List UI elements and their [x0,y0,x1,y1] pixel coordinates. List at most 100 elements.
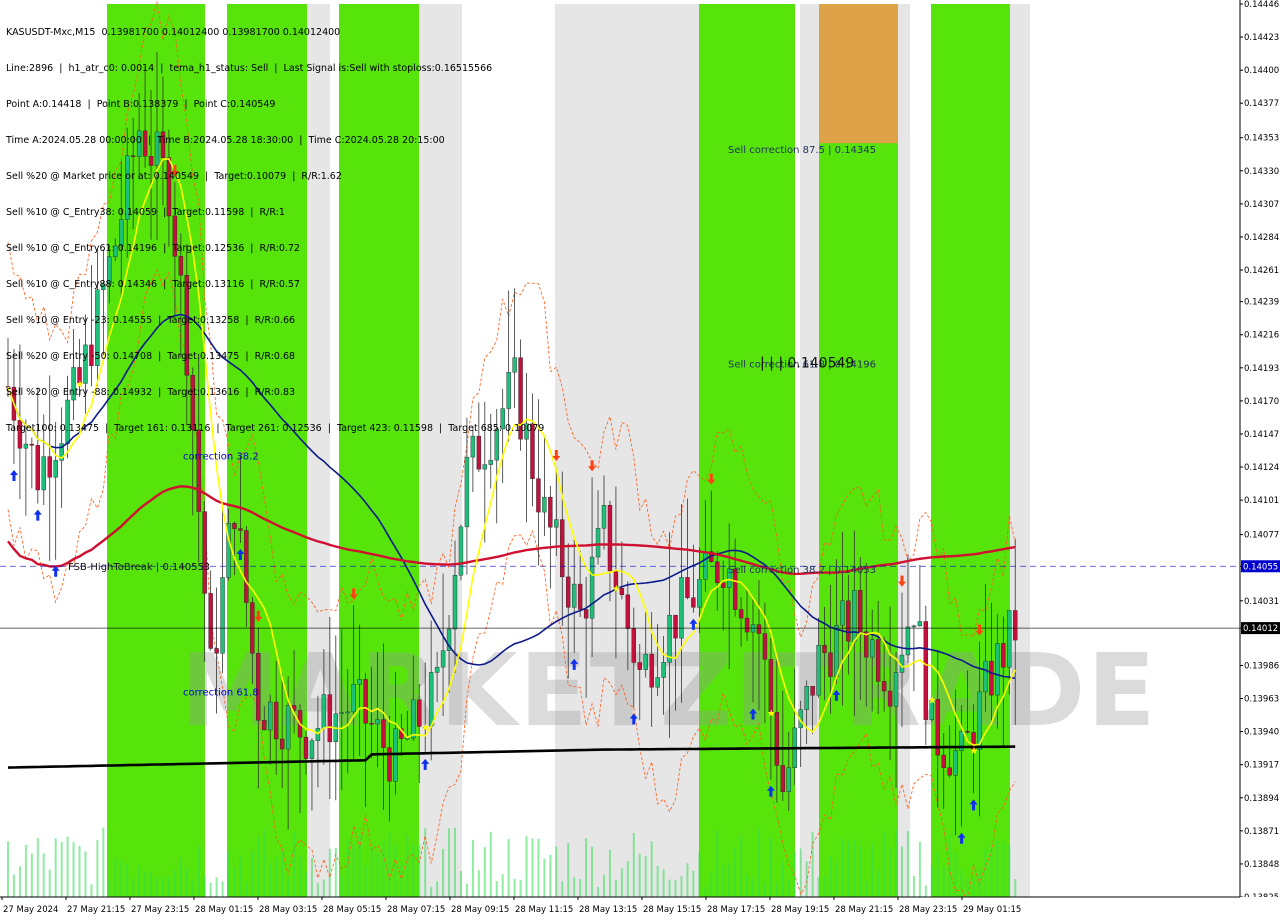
volume-bar [507,839,510,897]
volume-bar [746,873,749,897]
volume-bar [108,880,111,897]
annotation-label: Sell correction 38.2 | 0.14053 [728,565,876,576]
volume-bar [936,852,939,897]
annotation-label: | | | 0.140549 [760,356,854,372]
bull-candle [440,650,446,668]
volume-bar [370,847,373,897]
y-tick-label: 0.14330 [1244,167,1279,177]
volume-bar [48,869,51,897]
volume-bar [436,881,439,897]
bear-candle [822,644,827,653]
bull-candle [816,644,821,696]
volume-bar [704,886,707,897]
volume-bar [787,880,790,897]
bear-candle [548,496,553,528]
volume-bar [203,876,206,897]
volume-bar [382,841,385,897]
y-tick-label: 0.14284 [1244,233,1279,243]
volume-bar [668,879,671,897]
bear-candle [536,478,541,513]
volume-bar [120,860,123,897]
info-line: Target100: 0.13475 | Target 161: 0.13116… [6,423,545,434]
volume-bar [269,862,272,897]
x-tick-label: 27 May 21:15 [67,905,125,915]
volume-bar [179,857,182,897]
volume-bar [847,841,850,897]
y-tick-label: 0.14446 [1244,0,1279,10]
annotation-label: correction 61.8 [183,687,259,698]
volume-bar [644,856,647,897]
bull-candle [661,662,666,678]
x-tick-label: 27 May 23:15 [131,905,189,915]
bear-candle [214,648,219,654]
bear-candle [965,731,970,733]
volume-bar [531,838,534,897]
volume-bar [495,881,498,897]
volume-bar [78,845,81,897]
chart-root: MARKETZITRADE ★ ★ ★ ★ ★ ★ Sell correction 87.5 … [0,0,1280,920]
bear-candle [780,765,785,792]
volume-bar [841,838,844,897]
volume-bar [823,875,826,897]
bull-candle [357,679,362,685]
y-tick-label: 0.14400 [1244,66,1279,76]
bull-candle [434,666,440,673]
volume-bar [734,847,737,897]
y-tick-label: 0.13986 [1244,661,1279,671]
bull-candle [554,519,559,528]
symbol-line: KASUSDT-Mxc,M15 0.13981700 0.14012400 0.… [6,27,341,38]
bull-candle [834,624,839,677]
volume-bar [215,877,218,897]
volume-bar [400,863,403,897]
volume-bar [221,881,224,897]
y-tick-label: 0.13963 [1244,695,1279,705]
y-tick-label: 0.13871 [1244,827,1279,837]
y-tick-label: 0.14377 [1244,99,1279,109]
volume-bar [454,827,456,897]
bear-candle [327,694,333,743]
volume-bar [60,841,63,897]
volume-bar [960,869,963,897]
bear-candle [202,511,207,594]
bull-candle [679,577,684,639]
gray-band [555,4,700,897]
volume-bar [930,866,933,897]
volume-bar [465,883,468,897]
bear-candle [625,594,631,629]
volume-bar [418,844,421,897]
bull-candle [852,590,857,642]
info-line: Sell %20 @ Entry -50: 0.14708 | Target:0… [6,351,296,362]
price-label-text: 0.14012 [1243,624,1278,634]
bear-candle [685,577,690,598]
bear-candle [691,597,696,608]
volume-bar [54,838,57,897]
bear-candle [369,722,374,725]
volume-bar [865,881,868,897]
bull-candle [1007,610,1012,668]
volume-bar [448,828,451,897]
y-tick-label: 0.14239 [1244,298,1279,308]
bear-candle [989,660,994,696]
volume-bar [316,883,319,897]
volume-bar [489,831,492,897]
volume-bar [150,872,153,897]
y-tick-label: 0.14261 [1244,266,1279,276]
volume-bar [18,866,21,897]
y-tick-label: 0.13894 [1244,794,1279,804]
bull-candle [804,686,809,710]
bull-candle [953,750,958,776]
y-tick-label: 0.13940 [1244,728,1279,738]
volume-bar [525,836,528,897]
volume-bar [722,865,725,897]
x-tick-label: 28 May 05:15 [323,905,381,915]
bear-candle [583,609,589,619]
y-tick-label: 0.14353 [1244,134,1279,144]
volume-bar [585,838,588,897]
x-tick-label: 28 May 07:15 [387,905,445,915]
bear-candle [232,523,237,529]
y-tick-label: 0.14124 [1244,463,1279,473]
info-line: Time A:2024.05.28 00:00:00 | Time B:2024… [6,135,445,146]
y-tick-label: 0.14170 [1244,397,1279,407]
volume-bar [650,841,653,897]
y-tick-label: 0.14101 [1244,496,1279,506]
